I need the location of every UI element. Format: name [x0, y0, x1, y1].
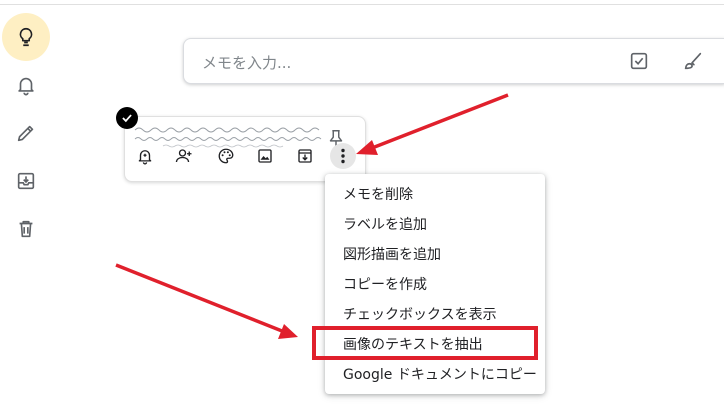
arrow-to-more-button [356, 93, 509, 155]
arrow-to-grab-text-item [115, 263, 298, 339]
annotation-arrows [115, 93, 509, 339]
